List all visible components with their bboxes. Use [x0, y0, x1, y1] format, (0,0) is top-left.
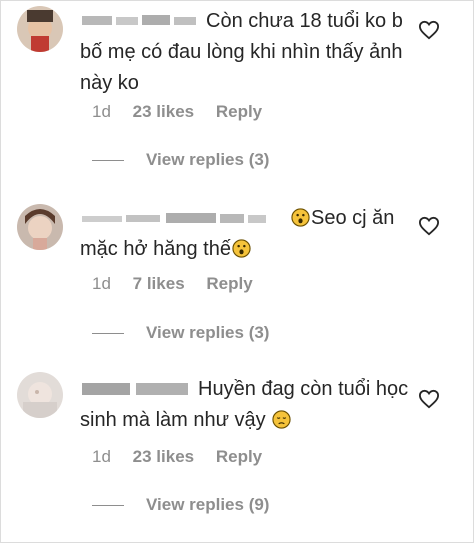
- avatar[interactable]: [17, 204, 63, 250]
- username-blurred[interactable]: [80, 209, 284, 227]
- view-replies-button[interactable]: View replies (9): [92, 495, 269, 515]
- username-blurred[interactable]: [80, 380, 192, 398]
- reply-button[interactable]: Reply: [206, 274, 252, 293]
- surprised-emoji: [291, 208, 310, 227]
- comment-text: Huyền đag còn tuổi học sinh mà làm như v…: [80, 374, 410, 436]
- view-replies-label: View replies (3): [146, 150, 270, 169]
- divider-line: [92, 333, 124, 335]
- username-blurred[interactable]: [80, 12, 200, 30]
- divider-line: [92, 160, 124, 162]
- comment-meta: 1d 23 likes Reply: [92, 447, 279, 467]
- heart-icon[interactable]: [418, 216, 440, 236]
- likes-count[interactable]: 23 likes: [133, 102, 194, 121]
- surprised-emoji: [232, 239, 251, 258]
- heart-icon[interactable]: [418, 389, 440, 409]
- likes-count[interactable]: 23 likes: [133, 447, 194, 466]
- comment-text: Seo cj ăn mặc hở hăng thế: [80, 203, 410, 265]
- divider-line: [92, 505, 124, 507]
- view-replies-label: View replies (3): [146, 323, 270, 342]
- avatar[interactable]: [17, 372, 63, 418]
- view-replies-button[interactable]: View replies (3): [92, 150, 269, 170]
- view-replies-label: View replies (9): [146, 495, 270, 514]
- comment-meta: 1d 23 likes Reply: [92, 102, 279, 122]
- comment-meta: 1d 7 likes Reply: [92, 274, 270, 294]
- avatar[interactable]: [17, 6, 63, 52]
- heart-icon[interactable]: [418, 20, 440, 40]
- comment-time: 1d: [92, 102, 111, 121]
- view-replies-button[interactable]: View replies (3): [92, 323, 269, 343]
- comment-time: 1d: [92, 274, 111, 293]
- likes-count[interactable]: 7 likes: [133, 274, 185, 293]
- reply-button[interactable]: Reply: [216, 102, 262, 121]
- disappointed-emoji: [272, 410, 291, 429]
- comment-text: Còn chưa 18 tuổi ko b bố mẹ có đau lòng …: [80, 6, 410, 99]
- comment-time: 1d: [92, 447, 111, 466]
- reply-button[interactable]: Reply: [216, 447, 262, 466]
